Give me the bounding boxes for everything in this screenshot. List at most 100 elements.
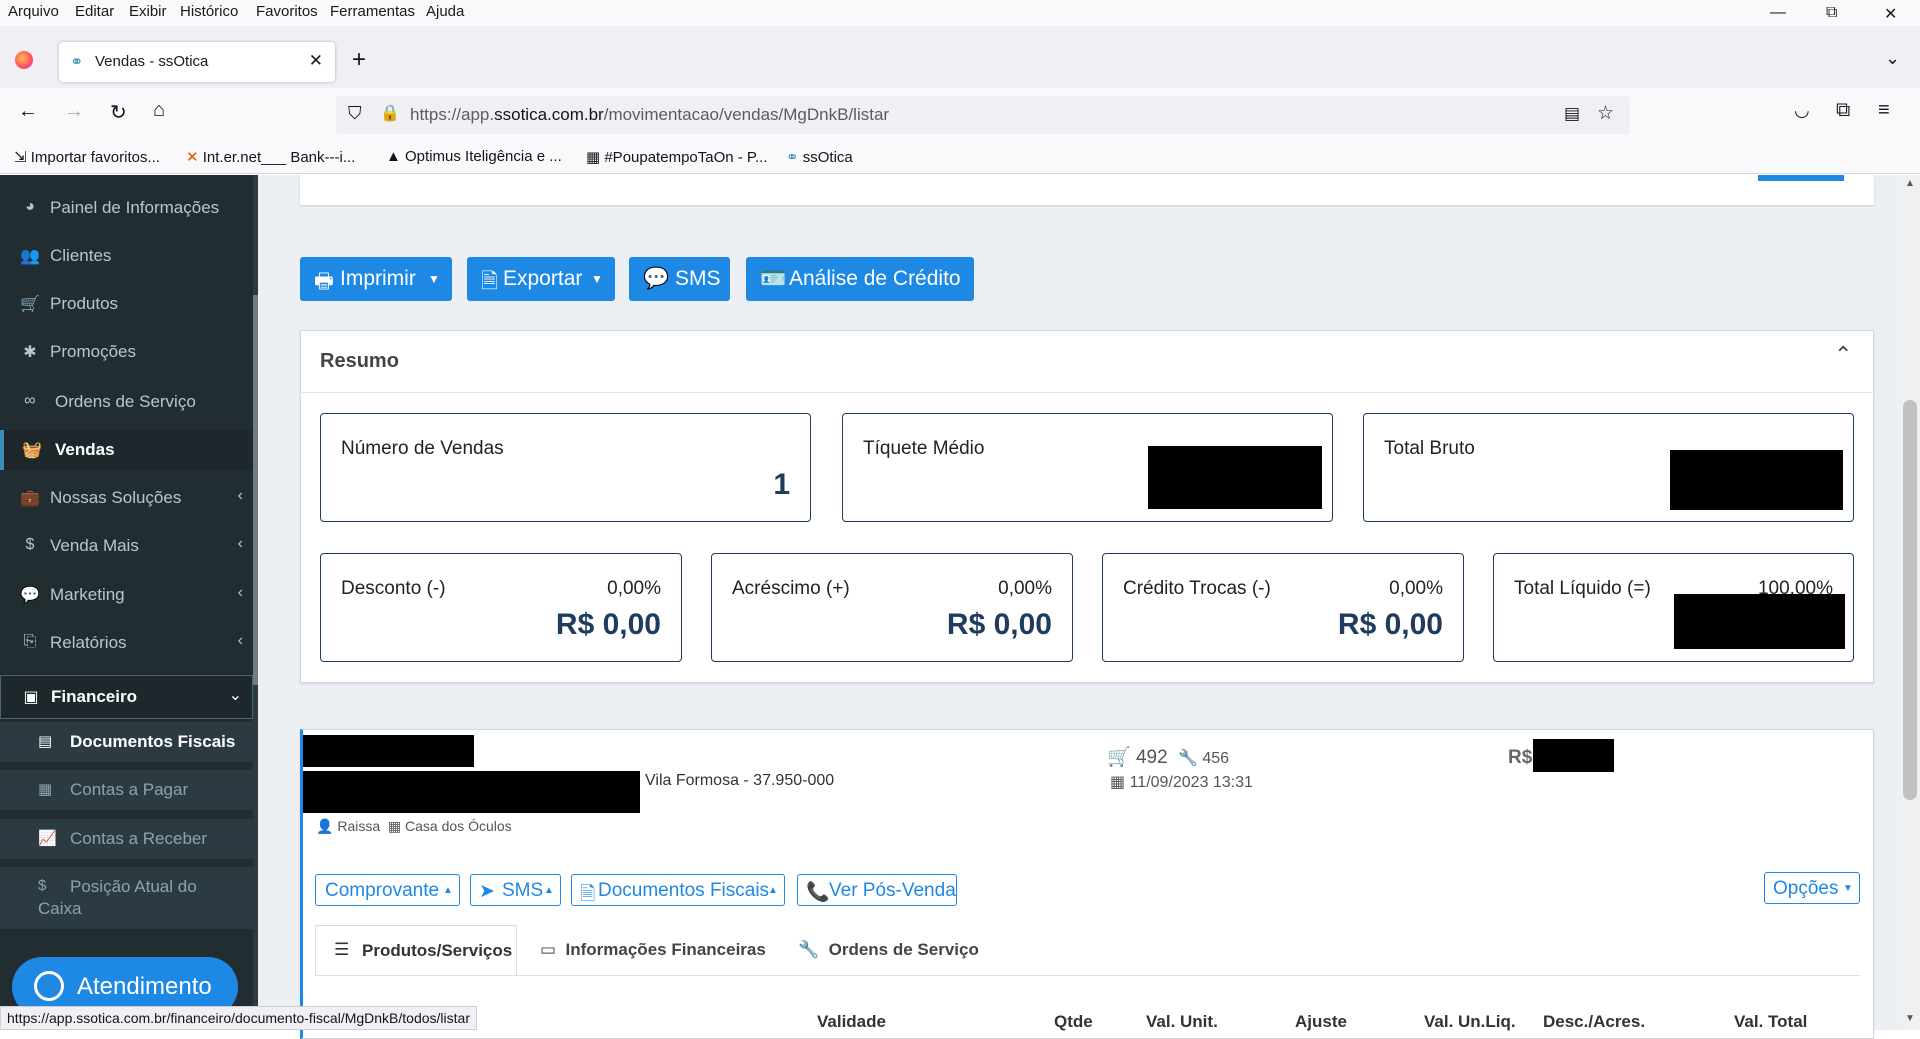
caret-down-icon: ▼ bbox=[1843, 883, 1853, 894]
maximize-button[interactable]: ⧉ bbox=[1826, 4, 1837, 22]
imprimir-button[interactable]: 🖶 Imprimir ▼ bbox=[300, 257, 452, 301]
opcoes-button[interactable]: Opções ▼ bbox=[1764, 872, 1860, 904]
extensions-icon[interactable]: ⧉ bbox=[1836, 99, 1850, 122]
close-window-button[interactable]: ✕ bbox=[1884, 4, 1897, 24]
firefox-icon[interactable] bbox=[15, 51, 33, 69]
menu-arquivo[interactable]: Arquivo bbox=[8, 3, 59, 20]
credito-trocas-box: Crédito Trocas (-) 0,00% R$ 0,00 bbox=[1102, 553, 1464, 662]
menu-ferramentas[interactable]: Ferramentas bbox=[330, 3, 415, 20]
user-icon: 👤 bbox=[316, 818, 334, 834]
bookmark-star-icon[interactable]: ☆ bbox=[1597, 102, 1614, 125]
documentos-fiscais-button[interactable]: 🗎 Documentos Fiscais ▲ bbox=[571, 874, 785, 906]
users-icon: 👥 bbox=[20, 248, 40, 265]
venda-sms-button[interactable]: ➤ SMS ▲ bbox=[470, 874, 561, 906]
bookmark-poupatempo[interactable]: ▦ #PoupatempoTaOn - P... bbox=[586, 148, 768, 166]
sidebar-item-painel[interactable]: ◕ Painel de Informações bbox=[0, 188, 253, 228]
tab-close-icon[interactable]: ✕ bbox=[309, 51, 323, 71]
phone-icon: 📞 bbox=[806, 882, 830, 903]
bookmark-internet-bank[interactable]: ✕ Int.er.net___ Bank---i... bbox=[186, 148, 355, 166]
dollar-icon: $ bbox=[38, 877, 47, 894]
sidebar-item-venda-mais[interactable]: $ Venda Mais ‹ bbox=[0, 526, 253, 566]
redacted-block bbox=[1148, 446, 1322, 509]
sidebar-item-produtos[interactable]: 🛒 Produtos bbox=[0, 284, 253, 324]
optimus-icon: ▲ bbox=[386, 148, 406, 165]
sidebar-item-nossas-solucoes[interactable]: 💼 Nossas Soluções ‹ bbox=[0, 478, 253, 518]
home-icon[interactable]: ⌂ bbox=[153, 99, 165, 122]
app-menu-icon[interactable]: ≡ bbox=[1878, 99, 1890, 122]
redacted-block bbox=[1674, 594, 1845, 649]
ver-pos-venda-button[interactable]: 📞 Ver Pós-Venda bbox=[797, 874, 957, 906]
collapse-chevron-up-icon[interactable]: ⌃ bbox=[1834, 342, 1852, 368]
url-text[interactable]: https://app.ssotica.com.br/movimentacao/… bbox=[410, 105, 889, 125]
menu-bar: Arquivo Editar Exibir Histórico Favorito… bbox=[0, 0, 1920, 26]
bookmark-optimus[interactable]: ▲ Optimus Iteligência e ... bbox=[386, 148, 562, 165]
minimize-button[interactable]: — bbox=[1770, 4, 1786, 22]
back-icon[interactable]: ← bbox=[18, 100, 38, 123]
page-scroll-thumb[interactable] bbox=[1903, 400, 1917, 800]
sidebar-item-vendas[interactable]: 🧺 Vendas bbox=[0, 430, 253, 470]
venda-currency: R$ bbox=[1508, 747, 1533, 768]
reload-icon[interactable]: ↻ bbox=[110, 100, 127, 125]
sidebar-subitem-contas-receber[interactable]: 📈 Contas a Receber bbox=[0, 819, 253, 859]
th-ajuste: Ajuste bbox=[1295, 1012, 1347, 1031]
comprovante-button[interactable]: Comprovante ▲ bbox=[315, 874, 460, 906]
bookmark-importar[interactable]: ⇲ Importar favoritos... bbox=[14, 148, 160, 166]
import-icon: ⇲ bbox=[14, 149, 31, 166]
sms-button[interactable]: 💬 SMS bbox=[629, 257, 730, 301]
resumo-divider bbox=[300, 392, 1874, 393]
sidebar-subitem-posicao-caixa[interactable]: $ Posição Atual do Caixa bbox=[0, 867, 253, 929]
menu-ajuda[interactable]: Ajuda bbox=[426, 3, 464, 20]
caret-down-icon: ▼ bbox=[428, 272, 440, 286]
th-val-total: Val. Total bbox=[1734, 1012, 1808, 1031]
url-bar[interactable]: ⛉ 🔒 https://app.ssotica.com.br/movimenta… bbox=[336, 96, 1630, 134]
sidebar-item-relatorios[interactable]: ⎘ Relatórios ‹ bbox=[0, 623, 253, 663]
tab-produtos-servicos[interactable]: ☰ Produtos/Serviços bbox=[315, 925, 517, 975]
analise-credito-button[interactable]: 🪪 Análise de Crédito bbox=[746, 257, 974, 301]
acrescimo-box: Acréscimo (+) 0,00% R$ 0,00 bbox=[711, 553, 1073, 662]
bookmarks-bar: ⇲ Importar favoritos... ✕ Int.er.net___ … bbox=[0, 140, 1920, 174]
sidebar-item-ordens-servico[interactable]: ∞ Ordens de Serviço bbox=[0, 382, 253, 422]
venda-address: Vila Formosa - 37.950-000 bbox=[645, 772, 835, 789]
sidebar-item-promocoes[interactable]: ✱ Promoções bbox=[0, 332, 253, 372]
resumo-title: Resumo bbox=[320, 350, 399, 372]
print-icon: 🖶 bbox=[314, 270, 334, 293]
menu-favoritos[interactable]: Favoritos bbox=[256, 3, 318, 20]
sidebar-item-financeiro[interactable]: ▣ Financeiro ⌄ bbox=[0, 675, 253, 719]
sidebar-subitem-documentos-fiscais[interactable]: ▤ Documentos Fiscais bbox=[0, 722, 253, 762]
filter-button[interactable] bbox=[1758, 175, 1844, 181]
redacted-block bbox=[1533, 739, 1614, 772]
desconto-box: Desconto (-) 0,00% R$ 0,00 bbox=[320, 553, 682, 662]
reader-view-icon[interactable]: ▤ bbox=[1564, 104, 1580, 124]
tiquete-medio-box: Tíquete Médio bbox=[842, 413, 1333, 522]
calendar-icon: ▦ bbox=[1110, 774, 1126, 791]
numero-vendas-value: 1 bbox=[773, 468, 790, 501]
th-qtde: Qtde bbox=[1054, 1012, 1093, 1031]
menu-editar[interactable]: Editar bbox=[75, 3, 114, 20]
bookmark-ssotica[interactable]: ⚭ ssOtica bbox=[786, 148, 853, 166]
chevron-left-icon: ‹ bbox=[237, 584, 243, 601]
forward-icon[interactable]: → bbox=[64, 100, 84, 123]
venda-wrench-count: 🔧 456 bbox=[1178, 750, 1230, 767]
caret-up-icon: ▲ bbox=[443, 885, 453, 896]
lock-icon[interactable]: 🔒 bbox=[380, 103, 400, 123]
caret-up-icon: ▲ bbox=[768, 885, 778, 896]
tab-vendas[interactable]: ⚭ Vendas - ssOtica ✕ bbox=[59, 42, 335, 82]
shield-icon[interactable]: ⛉ bbox=[348, 103, 362, 124]
sidebar-subitem-contas-pagar[interactable]: ▦ Contas a Pagar bbox=[0, 770, 253, 810]
menu-historico[interactable]: Histórico bbox=[180, 3, 238, 20]
menu-exibir[interactable]: Exibir bbox=[129, 3, 167, 20]
list-tabs-icon[interactable]: ⌄ bbox=[1885, 48, 1900, 69]
redacted-block bbox=[303, 771, 640, 813]
scroll-up-icon[interactable]: ▲ bbox=[1905, 178, 1915, 189]
sidebar-item-marketing[interactable]: 💬 Marketing ‹ bbox=[0, 575, 253, 615]
exportar-button[interactable]: 🗎 Exportar ▼ bbox=[467, 257, 615, 301]
page-scrollbar[interactable]: ▲ ▼ bbox=[1900, 175, 1920, 1030]
pocket-icon[interactable]: ◡ bbox=[1794, 100, 1810, 121]
chart-icon: 📈 bbox=[38, 830, 57, 847]
scroll-down-icon[interactable]: ▼ bbox=[1905, 1013, 1915, 1024]
cart-icon: 🛒 bbox=[1107, 747, 1131, 768]
th-desc-acres: Desc./Acres. bbox=[1543, 1012, 1646, 1031]
new-tab-button[interactable]: + bbox=[352, 46, 366, 74]
sidebar-item-clientes[interactable]: 👥 Clientes bbox=[0, 236, 253, 276]
building-icon: ▦ bbox=[387, 818, 402, 834]
